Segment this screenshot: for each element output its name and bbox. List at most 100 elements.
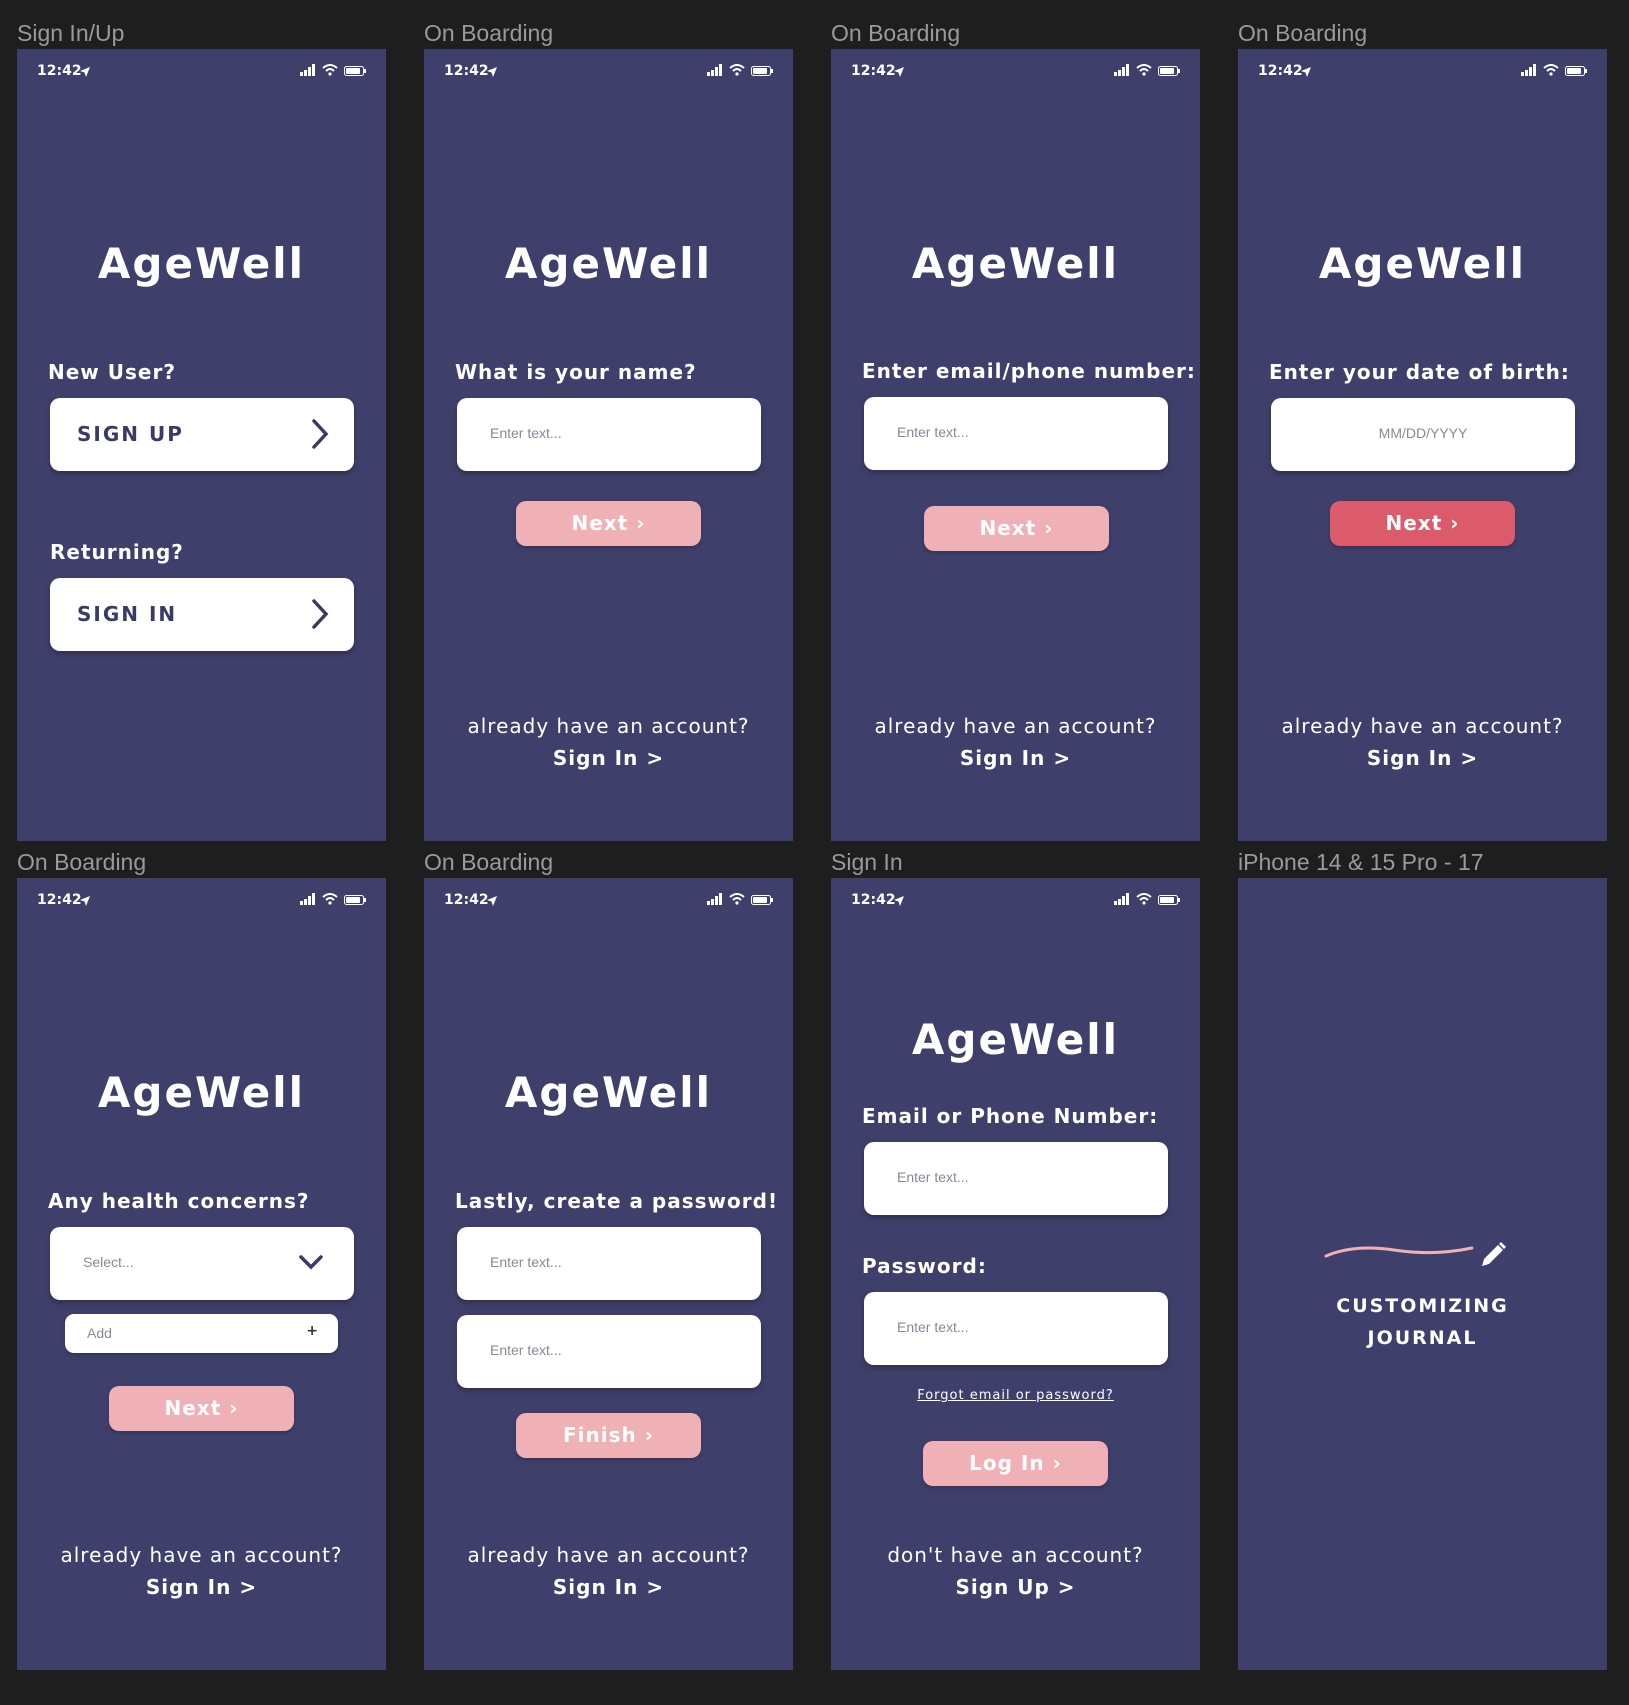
finish-label: Finish › bbox=[563, 1423, 654, 1447]
status-time: 12:42 bbox=[37, 63, 82, 79]
email-input[interactable]: Enter text... bbox=[864, 397, 1168, 470]
confirm-password-placeholder: Enter text... bbox=[490, 1342, 562, 1358]
next-button[interactable]: Next › bbox=[1330, 501, 1515, 546]
location-arrow-icon bbox=[80, 896, 90, 906]
status-bar: 12:42 bbox=[424, 49, 793, 95]
battery-icon bbox=[751, 66, 773, 76]
frame-label-journal: iPhone 14 & 15 Pro - 17 bbox=[1238, 849, 1484, 875]
name-input[interactable]: Enter text... bbox=[457, 398, 761, 471]
email-input-placeholder: Enter text... bbox=[897, 1169, 969, 1185]
wifi-icon bbox=[729, 64, 745, 76]
app-logo: AgeWell bbox=[911, 1015, 1120, 1064]
screen-signinup: 12:42 AgeWell New User? SIGN UP Returnin… bbox=[17, 49, 386, 841]
already-account-text: already have an account? bbox=[1281, 714, 1564, 738]
sign-in-button[interactable]: SIGN IN bbox=[50, 578, 354, 651]
sign-in-link[interactable]: Sign In > bbox=[1238, 746, 1607, 770]
password-input-placeholder: Enter text... bbox=[897, 1319, 969, 1335]
status-bar: 12:42 bbox=[831, 878, 1200, 924]
signal-icon bbox=[300, 64, 315, 76]
already-account-text: already have an account? bbox=[60, 1543, 343, 1567]
status-bar: 12:42 bbox=[424, 878, 793, 924]
sign-in-link[interactable]: Sign In > bbox=[831, 746, 1200, 770]
password-input[interactable]: Enter text... bbox=[864, 1292, 1168, 1365]
login-button[interactable]: Log In › bbox=[923, 1441, 1108, 1486]
email-label: Email or Phone Number: bbox=[862, 1104, 1159, 1128]
add-plus-button[interactable]: + bbox=[306, 1323, 318, 1339]
next-label: Next › bbox=[164, 1396, 239, 1420]
wifi-icon bbox=[1136, 893, 1152, 905]
dob-prompt: Enter your date of birth: bbox=[1269, 360, 1570, 384]
screen-onboarding-email: 12:42 AgeWell Enter email/phone number: … bbox=[831, 49, 1200, 841]
chevron-right-icon bbox=[312, 419, 329, 449]
sign-in-link[interactable]: Sign In > bbox=[424, 746, 793, 770]
sign-up-button[interactable]: SIGN UP bbox=[50, 398, 354, 471]
sign-up-label: SIGN UP bbox=[77, 422, 184, 446]
signal-icon bbox=[707, 893, 722, 905]
signal-icon bbox=[1521, 64, 1536, 76]
screen-signin: 12:42 AgeWell Email or Phone Number: Ent… bbox=[831, 878, 1200, 1670]
location-arrow-icon bbox=[80, 67, 90, 77]
add-concern-placeholder: Add bbox=[87, 1325, 112, 1341]
frame-label-onboarding-password: On Boarding bbox=[424, 849, 554, 875]
returning-label: Returning? bbox=[50, 540, 184, 564]
frame-label-onboarding-email: On Boarding bbox=[831, 20, 961, 46]
chevron-right-icon bbox=[312, 599, 329, 629]
wifi-icon bbox=[1543, 64, 1559, 76]
add-concern-input[interactable]: Add + bbox=[65, 1314, 338, 1353]
sign-in-link[interactable]: Sign In > bbox=[17, 1575, 386, 1599]
new-user-label: New User? bbox=[48, 360, 176, 384]
next-button[interactable]: Next › bbox=[516, 501, 701, 546]
next-button[interactable]: Next › bbox=[924, 506, 1109, 551]
sign-up-link[interactable]: Sign Up > bbox=[831, 1575, 1200, 1599]
status-bar: 12:42 bbox=[1238, 49, 1607, 95]
next-button[interactable]: Next › bbox=[109, 1386, 294, 1431]
screen-onboarding-dob: 12:42 AgeWell Enter your date of birth: … bbox=[1238, 49, 1607, 841]
next-label: Next › bbox=[979, 516, 1054, 540]
signal-icon bbox=[1114, 893, 1129, 905]
sign-in-link[interactable]: Sign In > bbox=[424, 1575, 793, 1599]
email-input[interactable]: Enter text... bbox=[864, 1142, 1168, 1215]
password-label: Password: bbox=[862, 1254, 987, 1278]
screen-journal: CUSTOMIZING JOURNAL bbox=[1238, 878, 1607, 1670]
no-account-text: don't have an account? bbox=[887, 1543, 1144, 1567]
battery-icon bbox=[344, 66, 366, 76]
sign-in-label: SIGN IN bbox=[77, 602, 178, 626]
wifi-icon bbox=[322, 64, 338, 76]
location-arrow-icon bbox=[1301, 67, 1311, 77]
status-time: 12:42 bbox=[37, 892, 82, 908]
app-logo: AgeWell bbox=[97, 1068, 306, 1117]
app-logo: AgeWell bbox=[911, 239, 1120, 288]
frame-label-onboarding-health: On Boarding bbox=[17, 849, 147, 875]
password-input[interactable]: Enter text... bbox=[457, 1227, 761, 1300]
forgot-link[interactable]: Forgot email or password? bbox=[831, 1388, 1200, 1403]
location-arrow-icon bbox=[894, 67, 904, 77]
frame-label-onboarding-dob: On Boarding bbox=[1238, 20, 1368, 46]
status-time: 12:42 bbox=[444, 892, 489, 908]
finish-button[interactable]: Finish › bbox=[516, 1413, 701, 1458]
dob-input[interactable]: MM/DD/YYYY bbox=[1271, 398, 1575, 471]
password-input-placeholder: Enter text... bbox=[490, 1254, 562, 1270]
wifi-icon bbox=[322, 893, 338, 905]
battery-icon bbox=[1158, 66, 1180, 76]
wifi-icon bbox=[1136, 64, 1152, 76]
app-logo: AgeWell bbox=[504, 1068, 713, 1117]
battery-icon bbox=[1158, 895, 1180, 905]
app-logo: AgeWell bbox=[504, 239, 713, 288]
signal-icon bbox=[707, 64, 722, 76]
battery-icon bbox=[751, 895, 773, 905]
already-account-text: already have an account? bbox=[874, 714, 1157, 738]
chevron-down-icon bbox=[299, 1255, 323, 1270]
location-arrow-icon bbox=[487, 896, 497, 906]
dob-input-placeholder: MM/DD/YYYY bbox=[1378, 425, 1468, 441]
status-bar: 12:42 bbox=[831, 49, 1200, 95]
already-account-text: already have an account? bbox=[467, 714, 750, 738]
status-time: 12:42 bbox=[444, 63, 489, 79]
health-select[interactable]: Select... bbox=[50, 1227, 354, 1300]
screen-onboarding-password: 12:42 AgeWell Lastly, create a password!… bbox=[424, 878, 793, 1670]
confirm-password-input[interactable]: Enter text... bbox=[457, 1315, 761, 1388]
wifi-icon bbox=[729, 893, 745, 905]
next-label: Next › bbox=[1385, 511, 1460, 535]
already-account-text: already have an account? bbox=[467, 1543, 750, 1567]
journal-title-line1: CUSTOMIZING bbox=[1336, 1295, 1509, 1317]
status-time: 12:42 bbox=[1258, 63, 1303, 79]
